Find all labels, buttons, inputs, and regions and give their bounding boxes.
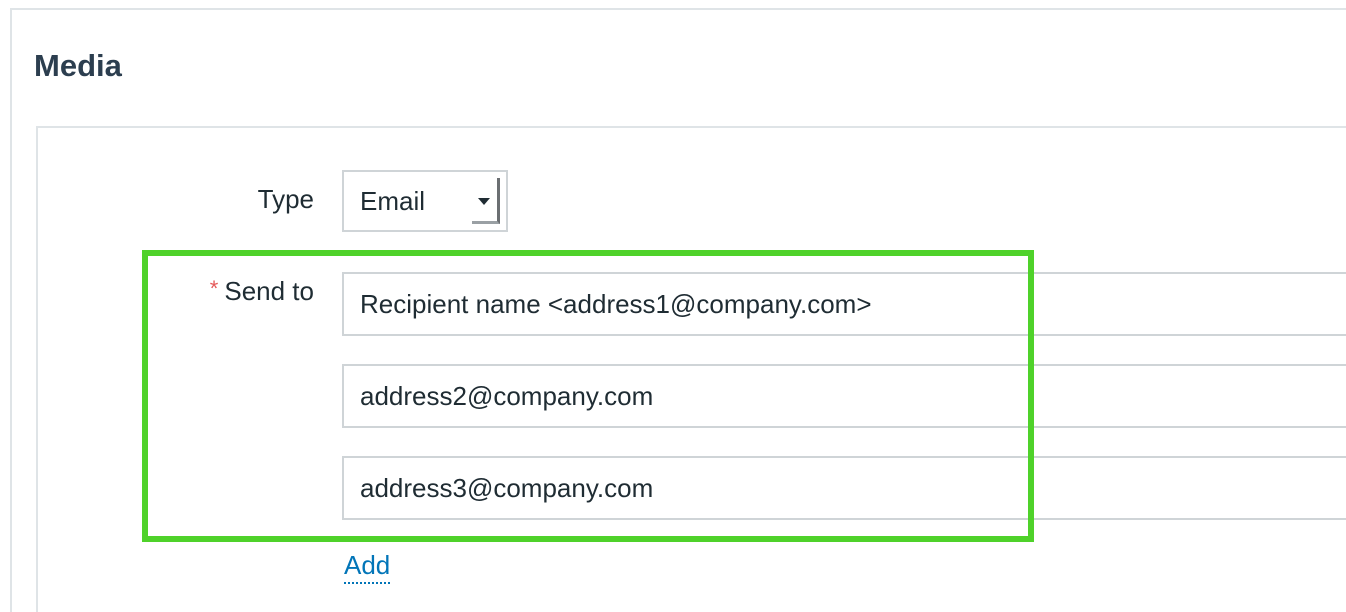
type-label: Type — [150, 184, 314, 215]
send-to-input-2[interactable]: address2@company.com — [342, 364, 1346, 428]
send-to-label-text: Send to — [224, 276, 314, 306]
type-select[interactable]: Email — [342, 170, 508, 232]
send-to-input-3[interactable]: address3@company.com — [342, 456, 1346, 520]
type-select-value: Email — [360, 186, 426, 216]
add-link[interactable]: Add — [344, 548, 391, 584]
type-label-text: Type — [257, 184, 314, 214]
chevron-down-icon[interactable] — [472, 178, 500, 224]
send-to-input-1[interactable]: Recipient name <address1@company.com> — [342, 272, 1346, 336]
section-title: Media — [34, 48, 122, 83]
required-marker: * — [209, 276, 219, 301]
send-to-label: * Send to — [150, 276, 314, 307]
